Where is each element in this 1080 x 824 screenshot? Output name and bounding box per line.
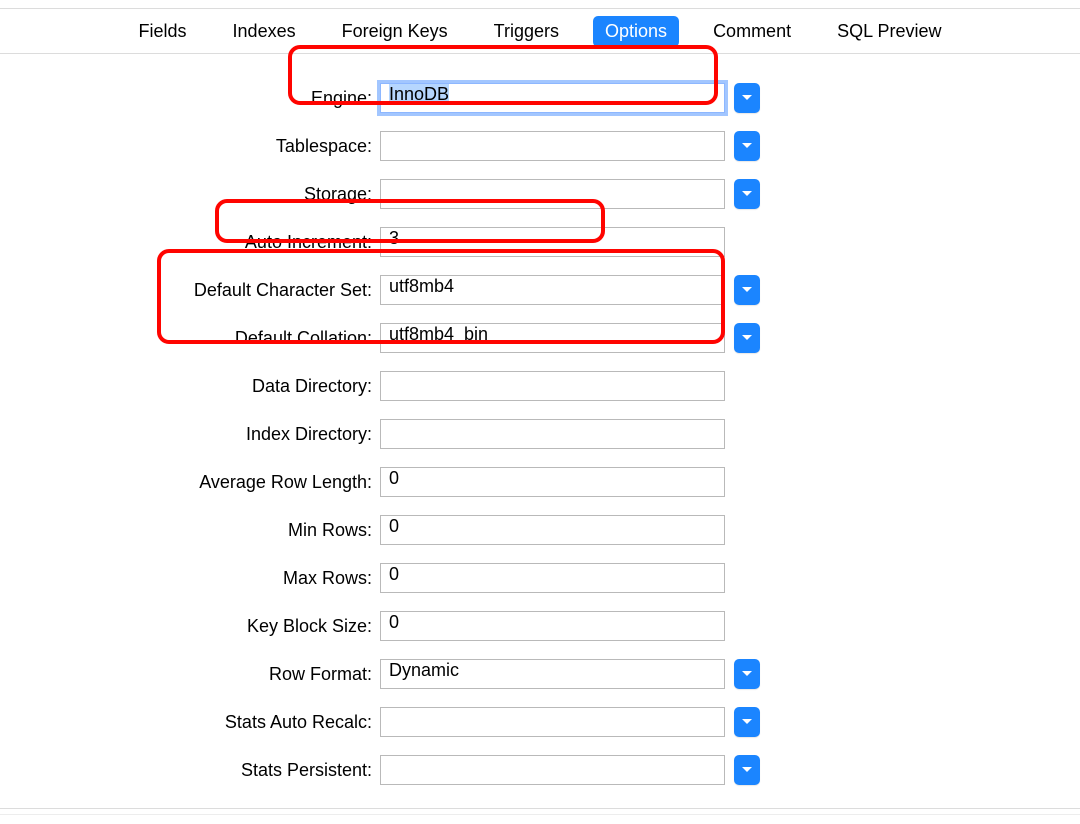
label-engine: Engine: bbox=[0, 88, 380, 109]
row-format-dropdown-button[interactable] bbox=[734, 659, 760, 689]
default-collation-dropdown-button[interactable] bbox=[734, 323, 760, 353]
chevron-down-icon bbox=[741, 334, 753, 342]
tablespace-combobox[interactable] bbox=[380, 131, 725, 161]
options-form: Engine: InnoDB Tablespace: Storage: Aut bbox=[0, 54, 1080, 794]
default-charset-dropdown-button[interactable] bbox=[734, 275, 760, 305]
index-directory-input[interactable] bbox=[380, 419, 725, 449]
min-rows-input[interactable]: 0 bbox=[380, 515, 725, 545]
tab-triggers[interactable]: Triggers bbox=[482, 16, 571, 47]
engine-dropdown-button[interactable] bbox=[734, 83, 760, 113]
default-charset-combobox[interactable]: utf8mb4 bbox=[380, 275, 725, 305]
max-rows-input[interactable]: 0 bbox=[380, 563, 725, 593]
default-collation-combobox[interactable]: utf8mb4_bin bbox=[380, 323, 725, 353]
avg-row-length-input[interactable]: 0 bbox=[380, 467, 725, 497]
label-min-rows: Min Rows: bbox=[0, 520, 380, 541]
stats-auto-recalc-dropdown-button[interactable] bbox=[734, 707, 760, 737]
key-block-size-input[interactable]: 0 bbox=[380, 611, 725, 641]
label-storage: Storage: bbox=[0, 184, 380, 205]
tabbar: Fields Indexes Foreign Keys Triggers Opt… bbox=[0, 9, 1080, 54]
label-stats-auto-recalc: Stats Auto Recalc: bbox=[0, 712, 380, 733]
storage-dropdown-button[interactable] bbox=[734, 179, 760, 209]
label-max-rows: Max Rows: bbox=[0, 568, 380, 589]
tab-foreign-keys[interactable]: Foreign Keys bbox=[330, 16, 460, 47]
tab-fields[interactable]: Fields bbox=[127, 16, 199, 47]
chevron-down-icon bbox=[741, 766, 753, 774]
chevron-down-icon bbox=[741, 190, 753, 198]
label-key-block-size: Key Block Size: bbox=[0, 616, 380, 637]
label-default-charset: Default Character Set: bbox=[0, 280, 380, 301]
label-auto-increment: Auto Increment: bbox=[0, 232, 380, 253]
stats-auto-recalc-combobox[interactable] bbox=[380, 707, 725, 737]
chevron-down-icon bbox=[741, 718, 753, 726]
chevron-down-icon bbox=[741, 94, 753, 102]
label-stats-persistent: Stats Persistent: bbox=[0, 760, 380, 781]
label-row-format: Row Format: bbox=[0, 664, 380, 685]
tab-indexes[interactable]: Indexes bbox=[221, 16, 308, 47]
label-default-collation: Default Collation: bbox=[0, 328, 380, 349]
storage-combobox[interactable] bbox=[380, 179, 725, 209]
tab-comment[interactable]: Comment bbox=[701, 16, 803, 47]
label-avg-row-length: Average Row Length: bbox=[0, 472, 380, 493]
tab-sql-preview[interactable]: SQL Preview bbox=[825, 16, 953, 47]
data-directory-input[interactable] bbox=[380, 371, 725, 401]
tablespace-dropdown-button[interactable] bbox=[734, 131, 760, 161]
label-tablespace: Tablespace: bbox=[0, 136, 380, 157]
row-format-combobox[interactable]: Dynamic bbox=[380, 659, 725, 689]
tab-options[interactable]: Options bbox=[593, 16, 679, 47]
chevron-down-icon bbox=[741, 670, 753, 678]
label-data-directory: Data Directory: bbox=[0, 376, 380, 397]
auto-increment-input[interactable]: 3 bbox=[380, 227, 725, 257]
engine-combobox[interactable]: InnoDB bbox=[380, 83, 725, 113]
label-index-directory: Index Directory: bbox=[0, 424, 380, 445]
stats-persistent-dropdown-button[interactable] bbox=[734, 755, 760, 785]
stats-persistent-combobox[interactable] bbox=[380, 755, 725, 785]
chevron-down-icon bbox=[741, 286, 753, 294]
chevron-down-icon bbox=[741, 142, 753, 150]
